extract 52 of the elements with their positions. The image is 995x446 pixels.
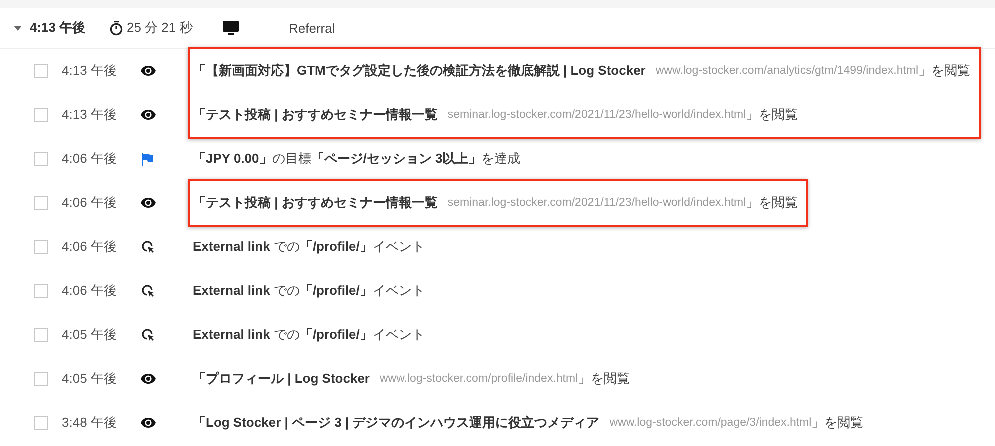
session-duration: 25 分 21 秒 (127, 19, 194, 37)
event-description: External link での「/profile/」イベント (193, 326, 425, 344)
page-title: 「Log Stocker | ページ 3 | デジマのインハウス運用に役立つメディア (193, 414, 600, 432)
event-time: 3:48 午後 (62, 414, 118, 432)
page-url: seminar.log-stocker.com/2021/11/23/hello-world/index.html (448, 197, 746, 209)
view-label: 」を閲覧 (746, 194, 798, 212)
event-time: 4:06 午後 (62, 282, 118, 300)
cursor-click-icon (141, 240, 155, 254)
eye-icon (141, 198, 156, 208)
event-time: 4:06 午後 (62, 150, 118, 168)
page-url: www.log-stocker.com/profile/index.html (380, 373, 578, 385)
row-checkbox[interactable] (34, 372, 48, 386)
event-description: External link での「/profile/」イベント (193, 282, 425, 300)
stopwatch-icon (110, 20, 123, 36)
row-checkbox[interactable] (34, 64, 48, 78)
page-url: seminar.log-stocker.com/2021/11/23/hello-world/index.html (448, 109, 746, 121)
cursor-click-icon (141, 328, 155, 342)
page-url: www.log-stocker.com/page/3/index.html (610, 417, 812, 429)
view-label: 」を閲覧 (746, 106, 798, 124)
page-title: 「テスト投稿 | おすすめセミナー情報一覧 (193, 194, 438, 212)
eye-icon (141, 374, 156, 384)
page-title: 「プロフィール | Log Stocker (193, 370, 370, 388)
event-time: 4:13 午後 (62, 62, 118, 80)
page-title: 「【新画面対応】GTMでタグ設定した後の検証方法を徹底解説 | Log Stocker (193, 62, 646, 80)
page-url: www.log-stocker.com/analytics/gtm/1499/index.html (656, 65, 919, 77)
row-checkbox[interactable] (34, 196, 48, 210)
flag-icon (141, 152, 153, 166)
desktop-icon (223, 21, 239, 35)
eye-icon (141, 418, 156, 428)
event-time: 4:06 午後 (62, 194, 118, 212)
event-time: 4:05 午後 (62, 370, 118, 388)
page-title: 「テスト投稿 | おすすめセミナー情報一覧 (193, 106, 438, 124)
view-label: 」を閲覧 (918, 62, 971, 80)
view-label: 」を閲覧 (578, 370, 630, 388)
event-description: External link での「/profile/」イベント (193, 238, 425, 256)
event-time: 4:05 午後 (62, 326, 118, 344)
row-checkbox[interactable] (34, 416, 48, 430)
goal-description: 「JPY 0.00」の目標「ページ/セッション 3以上」を達成 (193, 150, 521, 168)
session-channel: Referral (289, 20, 336, 36)
row-checkbox[interactable] (34, 240, 48, 254)
eye-icon (141, 110, 156, 120)
cursor-click-icon (141, 284, 155, 298)
caret-icon[interactable] (14, 26, 22, 30)
eye-icon (141, 66, 156, 76)
row-checkbox[interactable] (34, 152, 48, 166)
session-time: 4:13 午後 (30, 19, 87, 37)
row-checkbox[interactable] (34, 284, 48, 298)
event-time: 4:13 午後 (62, 106, 118, 124)
row-checkbox[interactable] (34, 108, 48, 122)
event-time: 4:06 午後 (62, 238, 118, 256)
row-checkbox[interactable] (34, 328, 48, 342)
view-label: 」を閲覧 (812, 414, 864, 432)
